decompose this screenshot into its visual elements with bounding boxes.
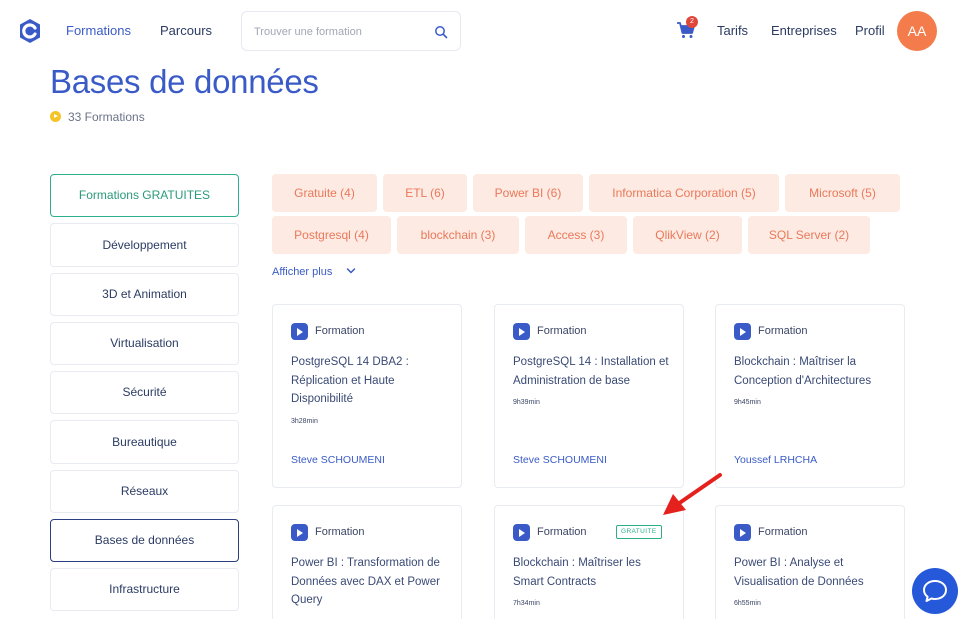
nav-entreprises[interactable]: Entreprises [771, 23, 837, 39]
course-type: Formation [758, 526, 808, 538]
chat-bubble-icon [923, 580, 947, 602]
sidebar-item-3d-animation[interactable]: 3D et Animation [50, 273, 239, 316]
page-title: Bases de données [50, 63, 319, 100]
course-title[interactable]: Blockchain : Maîtriser les Smart Contrac… [513, 554, 673, 591]
nav-formations[interactable]: Formations [66, 23, 131, 39]
course-duration: 6h55min [734, 600, 761, 607]
sidebar-item-virtualisation[interactable]: Virtualisation [50, 322, 239, 365]
tag-microsoft[interactable]: Microsoft (5) [785, 174, 900, 212]
chevron-down-icon[interactable] [346, 266, 356, 276]
video-play-icon [513, 323, 530, 340]
course-type: Formation [537, 325, 587, 337]
course-author[interactable]: Steve SCHOUMENI [513, 454, 607, 467]
tag-gratuite[interactable]: Gratuite (4) [272, 174, 377, 212]
course-type: Formation [315, 526, 365, 538]
annotation-arrow-icon [663, 473, 722, 515]
course-title[interactable]: PostgreSQL 14 DBA2 : Réplication et Haut… [291, 353, 451, 409]
tag-informatica[interactable]: Informatica Corporation (5) [589, 174, 779, 212]
nav-tarifs[interactable]: Tarifs [717, 23, 748, 39]
course-card[interactable]: Formation GRATUITE Blockchain : Maîtrise… [494, 505, 684, 619]
course-card[interactable]: Formation Power BI : Transformation de D… [272, 505, 462, 619]
course-author[interactable]: Youssef LRHCHA [734, 454, 817, 467]
course-title[interactable]: PostgreSQL 14 : Installation et Administ… [513, 353, 673, 390]
free-badge: GRATUITE [616, 525, 662, 539]
logo-icon[interactable] [16, 17, 44, 45]
video-play-icon [734, 323, 751, 340]
search-input[interactable] [254, 22, 424, 42]
avatar[interactable]: AA [897, 11, 937, 51]
top-header: Formations Parcours 2 Tarifs Entreprises… [0, 0, 961, 62]
course-card[interactable]: Formation PostgreSQL 14 DBA2 : Réplicati… [272, 304, 462, 488]
sidebar-item-free[interactable]: Formations GRATUITES [50, 174, 239, 217]
show-more-link[interactable]: Afficher plus [272, 265, 332, 279]
course-duration: 9h45min [734, 399, 761, 406]
sidebar-item-bureautique[interactable]: Bureautique [50, 420, 239, 464]
sidebar-item-securite[interactable]: Sécurité [50, 371, 239, 414]
nav-profil[interactable]: Profil [855, 23, 885, 39]
video-play-icon [513, 524, 530, 541]
course-type: Formation [537, 526, 587, 538]
course-duration: 9h39min [513, 399, 540, 406]
course-title[interactable]: Power BI : Transformation de Données ave… [291, 554, 451, 610]
tag-sql-server[interactable]: SQL Server (2) [748, 216, 870, 254]
video-play-icon [291, 524, 308, 541]
tag-etl[interactable]: ETL (6) [383, 174, 467, 212]
formation-count-text: 33 Formations [68, 110, 145, 124]
sidebar-item-reseaux[interactable]: Réseaux [50, 470, 239, 513]
tag-power-bi[interactable]: Power BI (6) [473, 174, 583, 212]
course-type: Formation [758, 325, 808, 337]
course-title[interactable]: Blockchain : Maîtriser la Conception d'A… [734, 353, 894, 390]
search-icon[interactable] [434, 25, 448, 39]
course-type: Formation [315, 325, 365, 337]
course-title[interactable]: Power BI : Analyse et Visualisation de D… [734, 554, 894, 591]
video-play-icon [734, 524, 751, 541]
course-card[interactable]: Formation PostgreSQL 14 : Installation e… [494, 304, 684, 488]
sidebar-item-infrastructure[interactable]: Infrastructure [50, 568, 239, 611]
nav-parcours[interactable]: Parcours [160, 23, 212, 39]
course-card[interactable]: Formation Power BI : Analyse et Visualis… [715, 505, 905, 619]
sidebar-item-bases-de-donnees[interactable]: Bases de données [50, 519, 239, 562]
course-author[interactable]: Steve SCHOUMENI [291, 454, 385, 467]
course-card[interactable]: Formation Blockchain : Maîtriser la Conc… [715, 304, 905, 488]
cart-count-badge: 2 [686, 16, 698, 28]
tag-access[interactable]: Access (3) [525, 216, 627, 254]
play-circle-icon [50, 111, 61, 122]
tag-postgresql[interactable]: Postgresql (4) [272, 216, 391, 254]
course-duration: 3h28min [291, 418, 318, 425]
search-box [241, 11, 461, 51]
video-play-icon [291, 323, 308, 340]
tag-blockchain[interactable]: blockchain (3) [397, 216, 519, 254]
course-duration: 7h34min [513, 600, 540, 607]
sidebar-item-developpement[interactable]: Développement [50, 223, 239, 267]
tag-qlikview[interactable]: QlikView (2) [633, 216, 742, 254]
chat-button[interactable] [912, 568, 958, 614]
